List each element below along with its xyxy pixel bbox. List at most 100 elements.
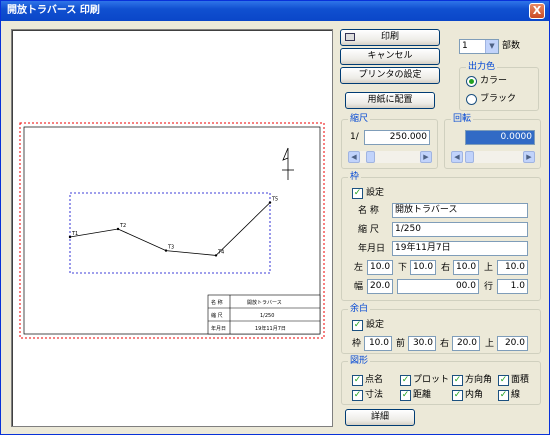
frame-top-input[interactable]: 10.0: [497, 260, 528, 275]
figure-area-checkbox[interactable]: ✓: [498, 375, 509, 386]
margin-right-input[interactable]: 20.0: [452, 336, 480, 351]
frame-left-label: 左: [354, 263, 364, 273]
print-preview: T1 T2 T3 T4 T5 名 称 開放トラバース 縮 尺 1/250 年月日 19年…: [11, 29, 333, 427]
color-radio[interactable]: [466, 76, 477, 87]
traverse-point-label: T4: [217, 249, 224, 255]
traverse-point-label: T1: [71, 231, 78, 237]
frame-line-input[interactable]: 1.0: [497, 279, 528, 294]
frame-extra-input[interactable]: 00.0: [397, 279, 479, 294]
margin-top-label: 上: [485, 339, 495, 349]
figure-point-name-label: 点名: [365, 375, 384, 385]
rotation-slider[interactable]: ◀ ▶: [451, 151, 535, 163]
figure-line-checkbox[interactable]: ✓: [498, 390, 509, 401]
figure-dimension-checkbox[interactable]: ✓: [352, 390, 363, 401]
rotation-slider-thumb[interactable]: [465, 151, 474, 163]
figure-line-label: 線: [511, 390, 521, 400]
printer-icon: [345, 33, 355, 41]
black-radio[interactable]: [466, 94, 477, 105]
margin-title: 余白: [348, 303, 371, 315]
north-arrow-icon: [282, 147, 294, 180]
traverse-points: T1 T2 T3 T4 T5: [68, 197, 278, 257]
print-button-label: 印刷: [380, 32, 399, 42]
figure-bearing-checkbox[interactable]: ✓: [452, 375, 463, 386]
rotation-left-icon[interactable]: ◀: [451, 151, 463, 163]
figure-interior-angle-label: 内角: [465, 390, 484, 400]
detail-button-label: 詳細: [370, 412, 389, 422]
traverse-point-label: T5: [271, 197, 278, 203]
figure-title: 図形: [348, 355, 371, 367]
title-block-key-3: 年月日: [211, 325, 226, 332]
frame-left-input[interactable]: 10.0: [367, 260, 393, 275]
frame-setting-checkbox[interactable]: ✓: [352, 188, 363, 199]
traverse-point-label: T2: [119, 223, 126, 229]
traverse-point: [214, 254, 218, 257]
frame-bottom-input[interactable]: 10.0: [410, 260, 436, 275]
cancel-button[interactable]: キャンセル: [340, 48, 440, 65]
preview-canvas: T1 T2 T3 T4 T5 名 称 開放トラバース 縮 尺 1/250 年月日 19年…: [19, 122, 325, 339]
frame-scale-input[interactable]: 1/250: [392, 222, 528, 237]
frame-title: 枠: [348, 171, 362, 183]
figure-bearing-label: 方向角: [465, 375, 493, 385]
margin-left-input[interactable]: 10.0: [364, 336, 392, 351]
print-dialog: 開放トラバース 印刷 X T1 T2 T3 T4 T5 名 称 開放トラバース 縮 尺: [0, 0, 550, 435]
copies-label: 部数: [502, 41, 521, 51]
figure-area-label: 面積: [511, 375, 530, 385]
detail-button[interactable]: 詳細: [345, 409, 415, 426]
margin-bottom-label: 前: [396, 339, 406, 349]
frame-group: 枠 ✓ 設定 名 称 開放トラバース 縮 尺 1/250 年月日 19年11月7…: [341, 171, 541, 301]
figure-plot-label: プロット: [413, 375, 450, 385]
figure-interior-angle-checkbox[interactable]: ✓: [452, 390, 463, 401]
margin-bottom-input[interactable]: 30.0: [408, 336, 436, 351]
margin-group: 余白 ✓ 設定 枠 10.0 前 30.0 右 20.0 上 20.0: [341, 303, 541, 354]
rotation-group: 回転 0.0000 ◀ ▶: [444, 113, 541, 169]
rotation-input[interactable]: 0.0000: [465, 130, 535, 145]
frame-line-label: 行: [484, 282, 494, 292]
print-button[interactable]: 印刷: [340, 29, 440, 46]
center-on-paper-button[interactable]: 用紙に配置: [345, 92, 435, 109]
rotation-right-icon[interactable]: ▶: [523, 151, 535, 163]
margin-top-input[interactable]: 20.0: [497, 336, 528, 351]
figure-plot-checkbox[interactable]: ✓: [400, 375, 411, 386]
frame-name-input[interactable]: 開放トラバース: [392, 203, 528, 218]
scale-input[interactable]: 250.000: [364, 130, 430, 145]
frame-right-input[interactable]: 10.0: [453, 260, 479, 275]
scale-slider[interactable]: ◀ ▶: [348, 151, 432, 163]
output-color-group: 出力色 カラー ブラック: [459, 61, 539, 111]
title-block-key-2: 縮 尺: [211, 312, 223, 319]
frame-width-label: 幅: [354, 282, 364, 292]
printer-setup-button-label: プリンタの設定: [358, 70, 422, 80]
title-block-key-1: 名 称: [211, 299, 223, 306]
frame-name-label: 名 称: [358, 206, 379, 216]
title-block-value-3: 19年11月7日: [255, 325, 286, 332]
scale-group: 縮尺 1/ 250.000 ◀ ▶: [341, 113, 438, 169]
chevron-down-icon[interactable]: ▼: [485, 40, 498, 53]
frame-date-label: 年月日: [358, 244, 386, 254]
window-title: 開放トラバース 印刷: [7, 5, 100, 16]
figure-distance-label: 距離: [413, 390, 432, 400]
scale-slider-thumb[interactable]: [366, 151, 375, 163]
printer-setup-button[interactable]: プリンタの設定: [340, 67, 440, 84]
figure-distance-checkbox[interactable]: ✓: [400, 390, 411, 401]
scale-left-icon[interactable]: ◀: [348, 151, 360, 163]
frame-bottom-label: 下: [398, 263, 408, 273]
title-block: 名 称 開放トラバース 縮 尺 1/250 年月日 19年11月7日: [207, 294, 321, 335]
figure-group: 図形 ✓ 点名 ✓ プロット ✓ 方向角 ✓ 面積 ✓ 寸法 ✓ 距離 ✓ 内角…: [341, 355, 541, 405]
traverse-point: [68, 235, 72, 239]
color-radio-label: カラー: [480, 76, 508, 86]
traverse-point-label: T3: [167, 245, 174, 251]
figure-dimension-label: 寸法: [365, 390, 384, 400]
figure-point-name-checkbox[interactable]: ✓: [352, 375, 363, 386]
margin-left-label: 枠: [352, 339, 362, 349]
margin-setting-label: 設定: [366, 320, 385, 330]
center-on-paper-button-label: 用紙に配置: [367, 95, 413, 105]
frame-right-label: 右: [441, 263, 451, 273]
frame-width-input[interactable]: 20.0: [367, 279, 393, 294]
traverse-point: [116, 227, 120, 231]
frame-date-input[interactable]: 19年11月7日: [392, 241, 528, 256]
margin-setting-checkbox[interactable]: ✓: [352, 320, 363, 331]
close-button[interactable]: X: [529, 3, 545, 19]
scale-right-icon[interactable]: ▶: [420, 151, 432, 163]
frame-top-label: 上: [484, 263, 494, 273]
scale-prefix: 1/: [350, 132, 359, 142]
copies-select[interactable]: 1 ▼: [459, 39, 499, 54]
